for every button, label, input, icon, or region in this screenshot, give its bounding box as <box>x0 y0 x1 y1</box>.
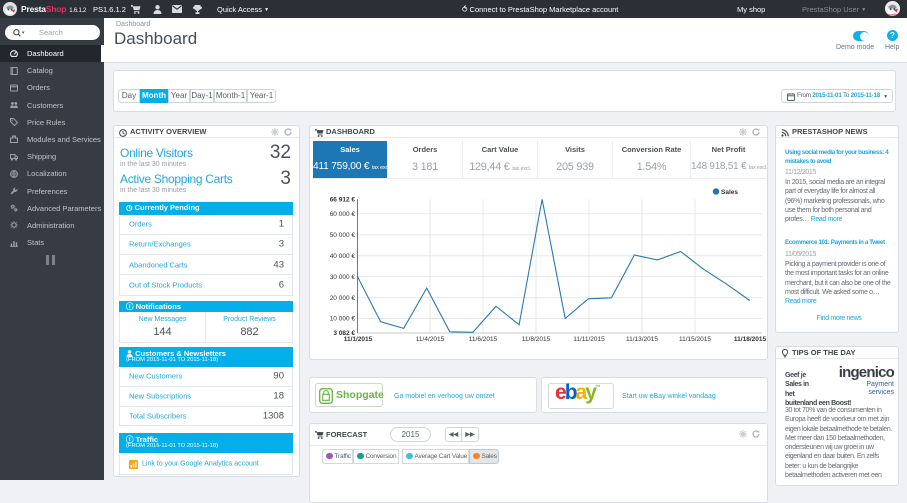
svg-text:11/11/2015: 11/11/2015 <box>573 336 605 343</box>
svg-text:11/8/2015: 11/8/2015 <box>522 336 551 343</box>
svg-text:11/15/2015: 11/15/2015 <box>679 336 711 343</box>
svg-text:60 000 €: 60 000 € <box>330 211 356 218</box>
svg-text:11/4/2015: 11/4/2015 <box>416 336 445 343</box>
svg-text:11/13/2015: 11/13/2015 <box>626 336 658 343</box>
svg-text:10 000 €: 10 000 € <box>330 316 356 323</box>
svg-text:11/6/2015: 11/6/2015 <box>469 336 498 343</box>
svg-text:11/18/2015: 11/18/2015 <box>734 336 767 343</box>
svg-text:50 000 €: 50 000 € <box>330 232 356 239</box>
svg-text:66 912 €: 66 912 € <box>330 197 356 204</box>
svg-text:20 000 €: 20 000 € <box>330 295 356 302</box>
svg-text:Sales: Sales <box>721 189 738 196</box>
svg-text:40 000 €: 40 000 € <box>330 253 356 260</box>
svg-text:11/1/2015: 11/1/2015 <box>344 336 373 343</box>
svg-text:PrestaShop: PrestaShop <box>885 12 900 16</box>
svg-text:30 000 €: 30 000 € <box>330 274 356 281</box>
